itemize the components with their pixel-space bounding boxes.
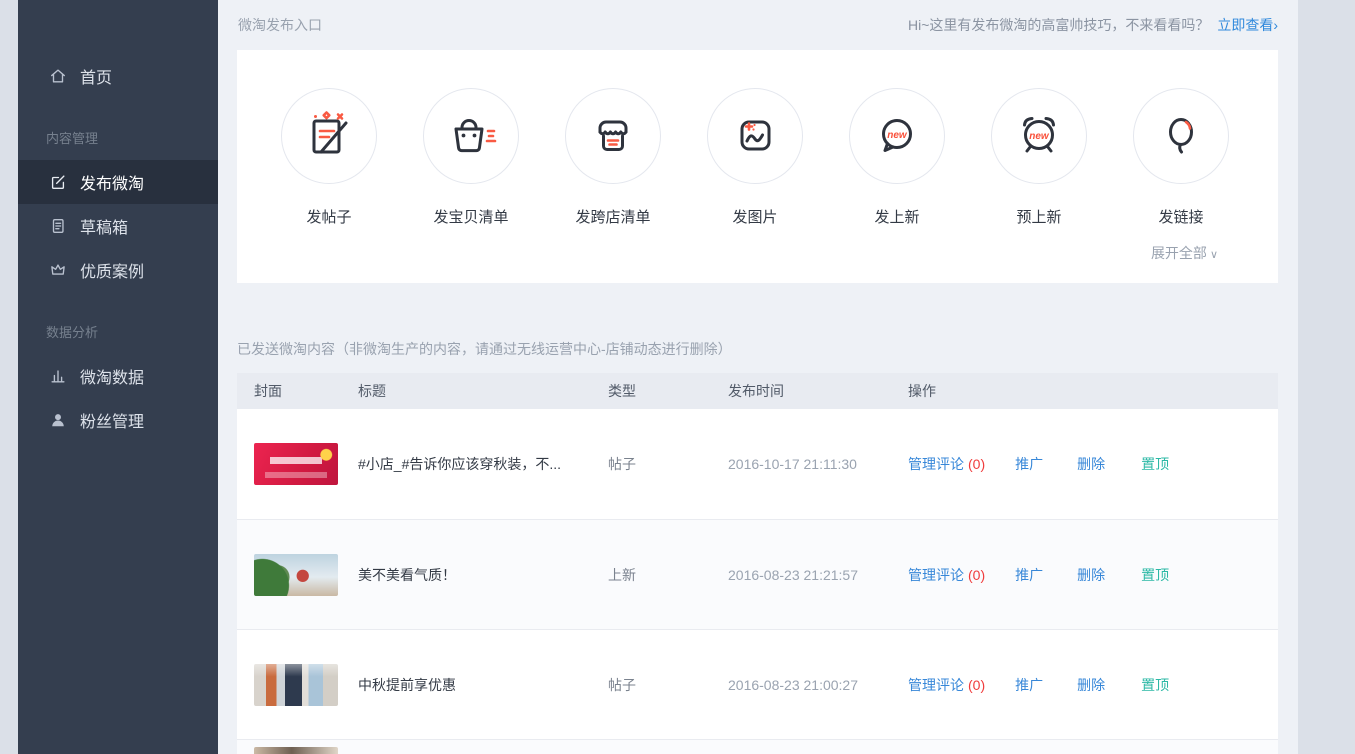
tip-banner: Hi~这里有发布微淘的高富帅技巧，不来看看吗？ 立即查看› [908, 15, 1278, 35]
sidebar-item-label: 优质案例 [80, 258, 144, 282]
cross-store-list-icon [565, 88, 661, 184]
home-icon [49, 67, 67, 85]
main-content: 微淘发布入口 Hi~这里有发布微淘的高富帅技巧，不来看看吗？ 立即查看› [218, 0, 1298, 754]
delete-link[interactable]: 删除 [1077, 565, 1105, 585]
comments-count: (0) [968, 567, 985, 583]
delete-link[interactable]: 删除 [1077, 454, 1105, 474]
pre-arrival-icon: new [991, 88, 1087, 184]
comments-count: (0) [968, 677, 985, 693]
row-publish-time: 2016-10-17 21:11:30 [728, 456, 908, 472]
row-type: 上新 [608, 565, 728, 585]
row-title: 美不美看气质！ [358, 565, 608, 585]
entry-post[interactable]: 发帖子 [258, 88, 400, 227]
entry-label: 发帖子 [258, 206, 400, 227]
pin-top-link[interactable]: 置顶 [1141, 565, 1169, 585]
manage-comments-link[interactable]: 管理评论 [908, 565, 964, 585]
sidebar-item-label: 发布微淘 [80, 170, 144, 194]
promote-link[interactable]: 推广 [1015, 454, 1043, 474]
entry-cross-store-list[interactable]: 发跨店清单 [542, 88, 684, 227]
sidebar-item-fans[interactable]: 粉丝管理 [18, 398, 218, 442]
entry-label: 发图片 [684, 206, 826, 227]
entry-label: 预上新 [968, 206, 1110, 227]
row-type: 帖子 [608, 675, 728, 695]
pin-top-link[interactable]: 置顶 [1141, 454, 1169, 474]
entry-label: 发跨店清单 [542, 206, 684, 227]
user-icon [49, 411, 67, 429]
manage-comments-link[interactable]: 管理评论 [908, 675, 964, 695]
entry-label: 发宝贝清单 [400, 206, 542, 227]
sidebar-item-weitao-data[interactable]: 微淘数据 [18, 354, 218, 398]
entry-item-list[interactable]: 发宝贝清单 [400, 88, 542, 227]
entry-pre-arrival[interactable]: new 预上新 [968, 88, 1110, 227]
pin-top-link[interactable]: 置顶 [1141, 675, 1169, 695]
row-type: 帖子 [608, 454, 728, 474]
item-list-icon [423, 88, 519, 184]
chevron-right-icon: › [1273, 17, 1278, 33]
comments-count: (0) [968, 456, 985, 472]
sidebar-item-cases[interactable]: 优质案例 [18, 248, 218, 292]
promote-link[interactable]: 推广 [1015, 675, 1043, 695]
sidebar-item-label: 微淘数据 [80, 364, 144, 388]
table-row: #小店_#告诉你应该穿秋装，不... 帖子 2016-10-17 21:11:3… [237, 409, 1278, 519]
sent-content-title: 已发送微淘内容（非微淘生产的内容，请通过无线运营中心-店铺动态进行删除） [218, 283, 1298, 373]
entry-image[interactable]: 发图片 [684, 88, 826, 227]
publish-entries-card: 发帖子 发宝贝清单 [237, 50, 1278, 283]
cover-thumbnail [254, 554, 338, 596]
row-title: #小店_#告诉你应该穿秋装，不... [358, 454, 608, 474]
entry-link[interactable]: 发链接 [1110, 88, 1252, 227]
sidebar-section-content: 内容管理 [18, 128, 218, 147]
app-root: 首页 内容管理 发布微淘 草稿箱 优质案例 数据分析 微淘数 [0, 0, 1355, 754]
row-publish-time: 2016-08-23 21:21:57 [728, 567, 908, 583]
sidebar: 首页 内容管理 发布微淘 草稿箱 优质案例 数据分析 微淘数 [18, 0, 218, 754]
sent-content-table: 封面 标题 类型 发布时间 操作 #小店_#告诉你应该穿秋装，不... 帖子 2… [237, 373, 1278, 754]
column-header-cover: 封面 [237, 381, 358, 401]
post-icon [281, 88, 377, 184]
topbar: 微淘发布入口 Hi~这里有发布微淘的高富帅技巧，不来看看吗？ 立即查看› [218, 0, 1298, 50]
bar-chart-icon [49, 367, 67, 385]
view-now-link[interactable]: 立即查看 [1217, 17, 1273, 33]
promote-link[interactable]: 推广 [1015, 565, 1043, 585]
cover-thumbnail [254, 664, 338, 706]
column-header-type: 类型 [608, 381, 728, 401]
expand-all-button[interactable]: 展开全部∨ [1151, 243, 1218, 263]
row-publish-time: 2016-08-23 21:00:27 [728, 677, 908, 693]
sidebar-item-drafts[interactable]: 草稿箱 [18, 204, 218, 248]
cover-thumbnail [254, 747, 338, 754]
publish-entries-row: 发帖子 发宝贝清单 [237, 50, 1278, 227]
sidebar-item-publish[interactable]: 发布微淘 [18, 160, 218, 204]
edit-square-icon [49, 173, 67, 191]
document-icon [49, 217, 67, 235]
cover-thumbnail [254, 443, 338, 485]
manage-comments-link[interactable]: 管理评论 [908, 454, 964, 474]
sidebar-item-label: 草稿箱 [80, 214, 128, 238]
image-icon [707, 88, 803, 184]
table-row [237, 739, 1278, 754]
table-header-row: 封面 标题 类型 发布时间 操作 [237, 373, 1278, 409]
svg-text:new: new [887, 130, 908, 141]
sidebar-item-label: 粉丝管理 [80, 408, 144, 432]
expand-all-label: 展开全部 [1151, 245, 1207, 261]
link-icon [1133, 88, 1229, 184]
tip-text: Hi~这里有发布微淘的高富帅技巧，不来看看吗？ [908, 17, 1209, 33]
entry-label: 发上新 [826, 206, 968, 227]
column-header-time: 发布时间 [728, 381, 908, 401]
column-header-actions: 操作 [908, 381, 1278, 401]
delete-link[interactable]: 删除 [1077, 675, 1105, 695]
table-row: 中秋提前享优惠 帖子 2016-08-23 21:00:27 管理评论 (0) … [237, 629, 1278, 739]
chevron-down-icon: ∨ [1210, 249, 1218, 261]
column-header-title: 标题 [358, 381, 608, 401]
row-title: 中秋提前享优惠 [358, 675, 608, 695]
svg-text:new: new [1029, 131, 1050, 142]
table-row: 美不美看气质！ 上新 2016-08-23 21:21:57 管理评论 (0) … [237, 519, 1278, 629]
sidebar-item-label: 首页 [80, 64, 112, 88]
sidebar-section-data: 数据分析 [18, 322, 218, 341]
crown-icon [49, 261, 67, 279]
entry-label: 发链接 [1110, 206, 1252, 227]
entry-new-arrival[interactable]: new 发上新 [826, 88, 968, 227]
new-arrival-icon: new [849, 88, 945, 184]
page-title: 微淘发布入口 [238, 15, 322, 35]
sidebar-item-home[interactable]: 首页 [18, 54, 218, 98]
